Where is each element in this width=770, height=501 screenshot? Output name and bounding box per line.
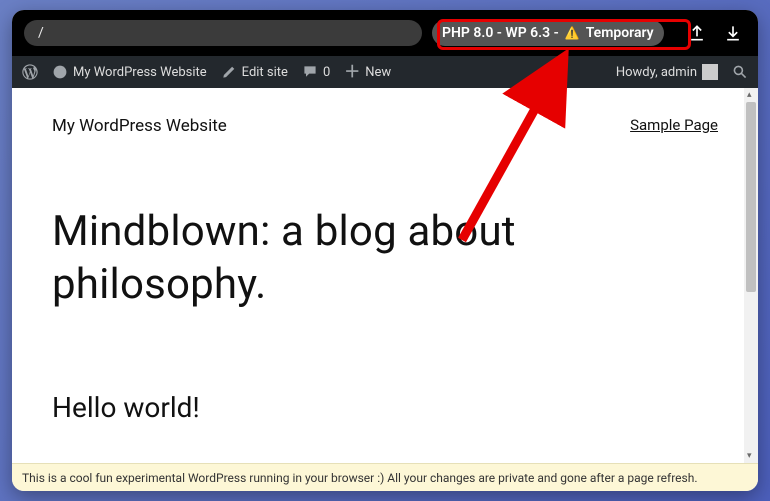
site-viewport: My WordPress Website Sample Page Mindblo… [12, 88, 758, 463]
page-content: My WordPress Website Sample Page Mindblo… [12, 88, 758, 434]
account-link[interactable]: Howdy, admin [616, 64, 718, 80]
post-title[interactable]: Hello world! [52, 391, 718, 424]
avatar-icon [702, 64, 718, 80]
edit-site-link[interactable]: Edit site [221, 64, 288, 80]
scroll-up-icon: ▴ [747, 90, 752, 100]
new-text: New [365, 65, 391, 80]
playground-toolbar: / PHP 8.0 - WP 6.3 - ⚠️ Temporary [12, 10, 758, 56]
wp-admin-bar: My WordPress Website Edit site 0 ＋ New H… [12, 56, 758, 88]
upload-icon [687, 23, 707, 43]
upload-button[interactable] [684, 20, 710, 46]
plus-icon: ＋ [344, 64, 360, 80]
edit-icon [221, 64, 237, 80]
scrollbar[interactable]: ▴ ▾ [744, 88, 758, 463]
warning-icon: ⚠️ [565, 26, 580, 40]
comments-link[interactable]: 0 [302, 64, 330, 80]
new-content-link[interactable]: ＋ New [344, 64, 391, 80]
app-window: / PHP 8.0 - WP 6.3 - ⚠️ Temporary My Wor… [12, 10, 758, 491]
nav-sample-page[interactable]: Sample Page [630, 116, 718, 134]
search-icon [732, 64, 748, 80]
notice-text: This is a cool fun experimental WordPres… [22, 471, 697, 485]
comments-count: 0 [323, 65, 330, 80]
site-name-text: My WordPress Website [73, 65, 207, 80]
environment-badge[interactable]: PHP 8.0 - WP 6.3 - ⚠️ Temporary [432, 20, 664, 46]
scroll-down-icon: ▾ [747, 451, 752, 461]
page-site-title[interactable]: My WordPress Website [52, 116, 227, 136]
url-bar[interactable]: / [24, 20, 422, 46]
search-button[interactable] [732, 64, 748, 80]
edit-site-text: Edit site [242, 65, 288, 80]
wp-logo-button[interactable] [22, 64, 38, 80]
hero-heading: Mindblown: a blog about philosophy. [52, 206, 718, 311]
howdy-text: Howdy, admin [616, 65, 697, 80]
footer-notice: This is a cool fun experimental WordPres… [12, 463, 758, 491]
env-php-wp: PHP 8.0 - WP 6.3 - [442, 25, 559, 41]
download-button[interactable] [720, 20, 746, 46]
wordpress-icon [22, 64, 38, 80]
download-icon [723, 23, 743, 43]
env-temporary: Temporary [586, 25, 654, 41]
scrollbar-thumb[interactable] [746, 102, 756, 292]
site-name-link[interactable]: My WordPress Website [52, 64, 207, 80]
comment-icon [302, 64, 318, 80]
home-icon [52, 64, 68, 80]
